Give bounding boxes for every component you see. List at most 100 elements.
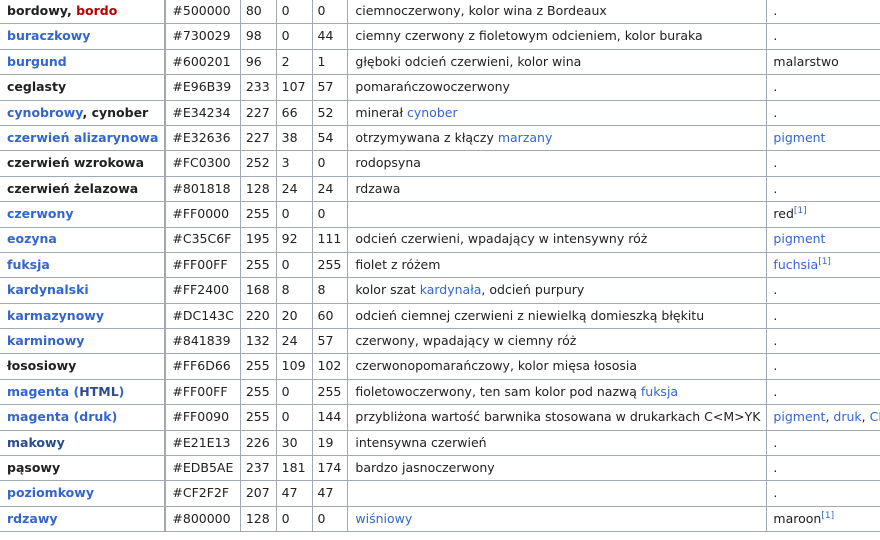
red-value: 227 [239, 99, 277, 126]
color-name-cell: magenta (druk) [0, 404, 166, 431]
name-link[interactable]: fuksja [7, 257, 50, 272]
desc-link[interactable]: fuksja [641, 384, 678, 399]
notes-cell: . [766, 175, 880, 203]
green-value: 47 [275, 480, 313, 507]
description-cell: intensywna czerwień [347, 429, 768, 457]
name-link[interactable]: makowy [7, 435, 65, 450]
hex-value: #841839 [165, 328, 241, 355]
hex-value: #500000 [165, 0, 241, 25]
blue-value: 54 [311, 124, 349, 152]
other-link[interactable]: fuchsia [773, 257, 818, 272]
notes-cell: . [766, 277, 880, 304]
name-link[interactable]: eozyna [7, 231, 57, 246]
name-link[interactable]: karminowy [7, 333, 84, 348]
name-text: ceglasty [7, 79, 67, 95]
color-name-cell: czerwień alizarynowa [0, 124, 166, 152]
name-redlink[interactable]: bordo [76, 3, 117, 18]
green-value: 24 [275, 175, 313, 203]
hex-value: #801818 [165, 175, 241, 203]
red-value: 207 [239, 480, 277, 507]
other-link[interactable]: druk [833, 409, 861, 424]
desc-link[interactable]: kardynała [420, 282, 482, 297]
reference-link[interactable]: [1] [818, 257, 831, 267]
table-row: poziomkowy #CF2F2F 207 47 47. [0, 480, 880, 507]
red-value: 255 [239, 404, 277, 431]
red-value: 227 [239, 124, 277, 152]
reference-link[interactable]: [1] [794, 206, 807, 216]
description-cell: fioletowoczerwony, ten sam kolor pod naz… [347, 378, 768, 406]
color-name-cell: pąsowy [0, 455, 166, 482]
other-link[interactable]: CMYK [870, 409, 880, 424]
blue-value: 47 [311, 480, 349, 507]
name-link[interactable]: rdzawy [7, 511, 58, 526]
description-cell: głęboki odcień czerwieni, kolor wina [347, 48, 768, 76]
other-link[interactable]: pigment [773, 231, 825, 246]
description-cell: czerwony, wpadający w ciemny róż [347, 328, 768, 355]
table-row: karmazynowy #DC143C 220 20 60 odcień ciemnej … [0, 302, 880, 330]
notes-cell: . [766, 302, 880, 330]
table-row: czerwień alizarynowa #E32636 227 38 54 otrzym… [0, 124, 880, 152]
color-name-cell: eozyna [0, 226, 166, 253]
reference-link[interactable]: [1] [821, 511, 834, 521]
description-cell [347, 201, 768, 228]
notes-cell: maroon[1] [766, 505, 880, 533]
description-cell: czerwonopomarańczowy, kolor mięsa łososi… [347, 353, 768, 380]
name-link[interactable]: kardynalski [7, 282, 89, 297]
table-row: magenta (druk) #FF0090 255 0 144 przybliżona … [0, 404, 880, 431]
blue-value: 255 [311, 251, 349, 279]
notes-cell: . [766, 0, 880, 25]
green-value: 0 [275, 251, 313, 279]
name-link[interactable]: ) [119, 384, 125, 399]
hex-value: #FF6D66 [165, 353, 241, 380]
red-value: 220 [239, 302, 277, 330]
blue-value: 52 [311, 99, 349, 126]
table-row: karminowy #841839 132 24 57 czerwony, wpadają… [0, 328, 880, 355]
name-link[interactable]: magenta (druk) [7, 409, 117, 424]
color-name-cell: poziomkowy [0, 480, 166, 507]
table-row: cynobrowy, cynober #E34234 227 66 52 minerał … [0, 99, 880, 126]
hex-value: #E34234 [165, 99, 241, 126]
other-link[interactable]: pigment [773, 130, 825, 145]
name-link[interactable]: buraczkowy [7, 28, 90, 43]
other-text: . [773, 307, 778, 323]
desc-text: fiolet z różem [355, 256, 441, 272]
blue-value: 0 [311, 150, 349, 177]
name-link[interactable]: HTML [79, 384, 118, 399]
red-value: 128 [239, 505, 277, 533]
blue-value: 24 [311, 175, 349, 203]
name-link[interactable]: karmazynowy [7, 308, 104, 323]
hex-value: #600201 [165, 48, 241, 76]
desc-text: rdzawa [355, 180, 401, 196]
name-link[interactable]: poziomkowy [7, 485, 94, 500]
table-row: burgund #600201 96 2 1 głęboki odcień czerwie… [0, 48, 880, 76]
name-link[interactable]: czerwony [7, 206, 74, 221]
desc-text: czerwony, wpadający w ciemny róż [355, 333, 577, 349]
color-name-cell: cynobrowy, cynober [0, 99, 166, 126]
green-value: 20 [275, 302, 313, 330]
green-value: 107 [275, 74, 313, 101]
color-name-cell: czerwień żelazowa [0, 175, 166, 203]
name-link[interactable]: burgund [7, 54, 67, 69]
color-name-cell: burgund [0, 48, 166, 76]
notes-cell: . [766, 74, 880, 101]
desc-link[interactable]: cynober [407, 105, 458, 120]
color-name-cell: karminowy [0, 328, 166, 355]
desc-link[interactable]: wiśniowy [355, 511, 412, 526]
notes-cell: malarstwo [766, 48, 880, 76]
table-row: eozyna #C35C6F 195 92 111 odcień czerwieni, w… [0, 226, 880, 253]
name-link[interactable]: cynobrowy [7, 105, 82, 120]
red-value: 80 [239, 0, 277, 25]
hex-value: #730029 [165, 23, 241, 50]
other-text: . [773, 383, 778, 399]
blue-value: 102 [311, 353, 349, 380]
red-value: 128 [239, 175, 277, 203]
blue-value: 57 [311, 74, 349, 101]
desc-link[interactable]: marzany [498, 130, 553, 145]
name-text: bordowy, [7, 2, 77, 18]
name-link[interactable]: czerwień alizarynowa [7, 130, 158, 145]
other-link[interactable]: pigment [773, 409, 825, 424]
other-text: . [773, 459, 778, 475]
name-link[interactable]: magenta ( [7, 384, 79, 399]
color-name-cell: magenta (HTML) [0, 378, 166, 406]
desc-text: , odcień purpury [481, 282, 585, 298]
